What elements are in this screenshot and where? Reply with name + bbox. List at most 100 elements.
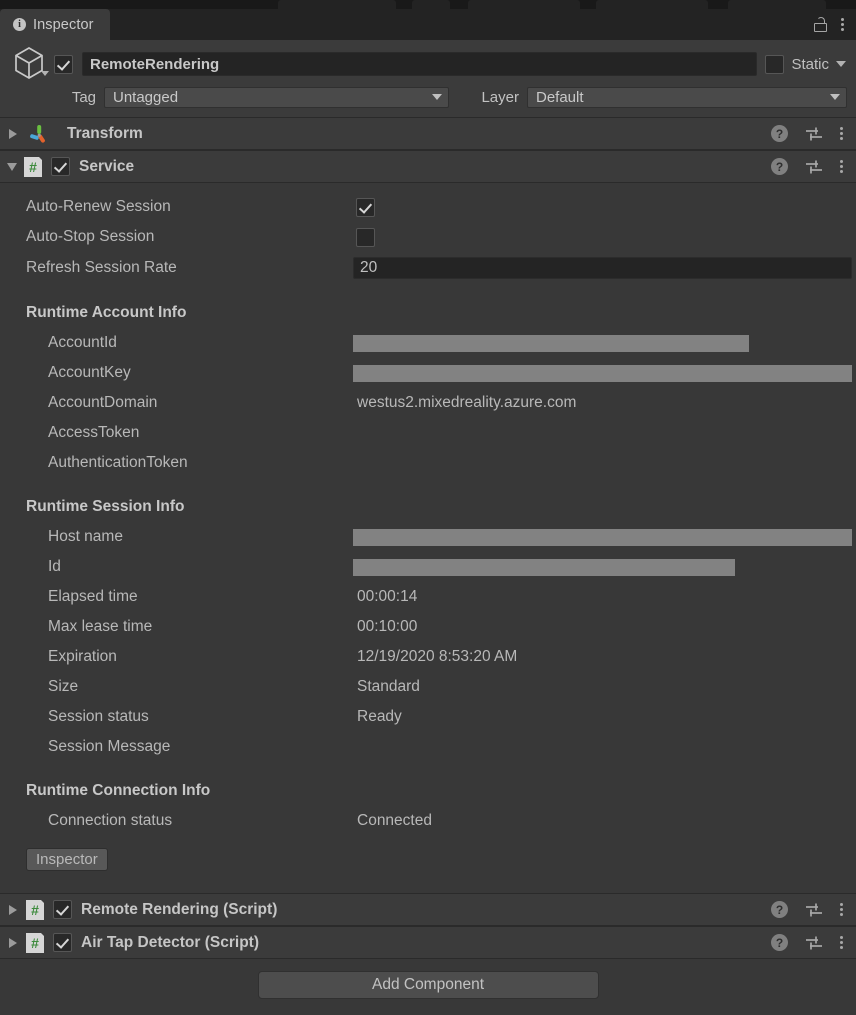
host-name-label: Host name bbox=[48, 528, 123, 545]
component-title-remote-rendering: Remote Rendering (Script) bbox=[81, 900, 278, 918]
property-row: Elapsed time 00:00:14 bbox=[0, 582, 856, 612]
property-row: AccountDomain westus2.mixedreality.azure… bbox=[0, 388, 856, 418]
kebab-menu-icon[interactable] bbox=[841, 18, 844, 31]
session-id-label: Id bbox=[48, 558, 61, 575]
account-domain-label: AccountDomain bbox=[48, 394, 158, 411]
property-row: Session status Ready bbox=[0, 702, 856, 732]
property-row: Max lease time 00:10:00 bbox=[0, 612, 856, 642]
service-component-body: Auto-Renew Session Auto-Stop Session Ref… bbox=[0, 183, 856, 893]
component-actions: ? bbox=[771, 125, 856, 142]
layer-value: Default bbox=[536, 88, 584, 106]
service-enabled-checkbox[interactable] bbox=[51, 157, 70, 176]
tab-inspector[interactable]: i Inspector bbox=[0, 9, 110, 40]
elapsed-time-label: Elapsed time bbox=[48, 588, 138, 605]
authentication-token-label: AuthenticationToken bbox=[48, 454, 188, 471]
component-actions: ? bbox=[771, 901, 856, 918]
help-icon[interactable]: ? bbox=[771, 901, 788, 918]
component-actions: ? bbox=[771, 158, 856, 175]
component-header-transform[interactable]: Transform ? bbox=[0, 117, 856, 150]
foldout-arrow-icon[interactable] bbox=[7, 162, 17, 171]
csharp-script-icon: # bbox=[26, 899, 46, 921]
account-id-label: AccountId bbox=[48, 334, 117, 351]
preset-settings-icon[interactable] bbox=[805, 935, 823, 951]
kebab-menu-icon[interactable] bbox=[840, 903, 843, 916]
transform-gizmo-icon bbox=[26, 123, 52, 145]
kebab-menu-icon[interactable] bbox=[840, 127, 843, 140]
account-key-label: AccountKey bbox=[48, 364, 131, 381]
refresh-session-rate-input[interactable]: 20 bbox=[353, 257, 852, 279]
section-header-session-info: Runtime Session Info bbox=[0, 492, 856, 522]
gameobject-name-input[interactable]: RemoteRendering bbox=[82, 52, 758, 76]
property-row: Size Standard bbox=[0, 672, 856, 702]
ghost-tab-5 bbox=[728, 0, 826, 9]
property-row: Id bbox=[0, 552, 856, 582]
component-header-air-tap-detector[interactable]: # Air Tap Detector (Script) ? bbox=[0, 926, 856, 959]
session-status-value: Ready bbox=[357, 708, 402, 725]
lock-icon[interactable] bbox=[814, 17, 828, 32]
gameobject-cube-icon[interactable] bbox=[10, 44, 54, 84]
inspector-button[interactable]: Inspector bbox=[26, 848, 108, 871]
static-dropdown-caret-icon[interactable] bbox=[836, 61, 846, 67]
inspector-button-label: Inspector bbox=[36, 851, 98, 868]
component-title-air-tap-detector: Air Tap Detector (Script) bbox=[81, 933, 259, 951]
auto-renew-session-checkbox[interactable] bbox=[356, 197, 375, 217]
property-row: AccountId bbox=[0, 328, 856, 358]
account-domain-value: westus2.mixedreality.azure.com bbox=[357, 394, 577, 411]
gameobject-name-value: RemoteRendering bbox=[90, 55, 220, 73]
connection-status-value: Connected bbox=[357, 812, 432, 829]
kebab-menu-icon[interactable] bbox=[840, 160, 843, 173]
component-header-remote-rendering[interactable]: # Remote Rendering (Script) ? bbox=[0, 893, 856, 926]
help-icon[interactable]: ? bbox=[771, 934, 788, 951]
auto-stop-session-checkbox[interactable] bbox=[356, 227, 375, 247]
session-status-label: Session status bbox=[48, 708, 149, 725]
preset-settings-icon[interactable] bbox=[805, 126, 823, 142]
expiration-value: 12/19/2020 8:53:20 AM bbox=[357, 648, 518, 665]
size-label: Size bbox=[48, 678, 79, 695]
air-tap-detector-enabled-checkbox[interactable] bbox=[53, 933, 72, 952]
tab-bar: i Inspector bbox=[0, 9, 856, 40]
foldout-arrow-icon[interactable] bbox=[9, 937, 17, 948]
refresh-session-rate-value: 20 bbox=[360, 259, 378, 276]
preset-settings-icon[interactable] bbox=[805, 902, 823, 918]
add-component-button[interactable]: Add Component bbox=[257, 971, 599, 999]
preset-settings-icon[interactable] bbox=[805, 159, 823, 175]
auto-renew-session-label: Auto-Renew Session bbox=[26, 198, 171, 215]
help-icon[interactable]: ? bbox=[771, 158, 788, 175]
property-row: AuthenticationToken bbox=[0, 448, 856, 478]
expiration-label: Expiration bbox=[48, 648, 117, 665]
ghost-tab-2 bbox=[412, 0, 450, 9]
session-id-redacted-value bbox=[353, 558, 735, 576]
add-component-label: Add Component bbox=[371, 976, 485, 993]
foldout-arrow-icon[interactable] bbox=[9, 904, 17, 915]
chevron-down-icon bbox=[830, 94, 840, 100]
remote-rendering-enabled-checkbox[interactable] bbox=[53, 900, 72, 919]
property-row: Auto-Stop Session bbox=[0, 222, 856, 252]
max-lease-time-label: Max lease time bbox=[48, 618, 153, 635]
component-title-service: Service bbox=[79, 157, 135, 175]
prefab-caret-icon[interactable] bbox=[41, 71, 49, 76]
kebab-menu-icon[interactable] bbox=[840, 936, 843, 949]
session-message-label: Session Message bbox=[48, 738, 171, 755]
tag-dropdown[interactable]: Untagged bbox=[104, 86, 449, 108]
property-row: Auto-Renew Session bbox=[0, 192, 856, 222]
gameobject-enabled-checkbox[interactable] bbox=[54, 54, 73, 74]
layer-dropdown[interactable]: Default bbox=[527, 86, 847, 108]
tag-value: Untagged bbox=[113, 88, 179, 106]
inspector-window: i Inspector RemoteRendering Static Tag U… bbox=[0, 0, 856, 1015]
property-row: Refresh Session Rate 20 bbox=[0, 252, 856, 284]
static-checkbox[interactable] bbox=[765, 54, 785, 74]
component-title-transform: Transform bbox=[67, 124, 143, 142]
component-header-service[interactable]: # Service ? bbox=[0, 150, 856, 183]
max-lease-time-value: 00:10:00 bbox=[357, 618, 418, 635]
info-icon: i bbox=[13, 18, 26, 31]
refresh-session-rate-label: Refresh Session Rate bbox=[26, 259, 177, 276]
static-control: Static bbox=[765, 54, 852, 74]
property-row: Connection status Connected bbox=[0, 806, 856, 836]
chevron-down-icon bbox=[432, 94, 442, 100]
foldout-arrow-icon[interactable] bbox=[9, 128, 17, 139]
access-token-label: AccessToken bbox=[48, 424, 140, 441]
ghost-tab-1 bbox=[278, 0, 396, 9]
help-icon[interactable]: ? bbox=[771, 125, 788, 142]
inspector-footer: Add Component bbox=[0, 959, 856, 1015]
